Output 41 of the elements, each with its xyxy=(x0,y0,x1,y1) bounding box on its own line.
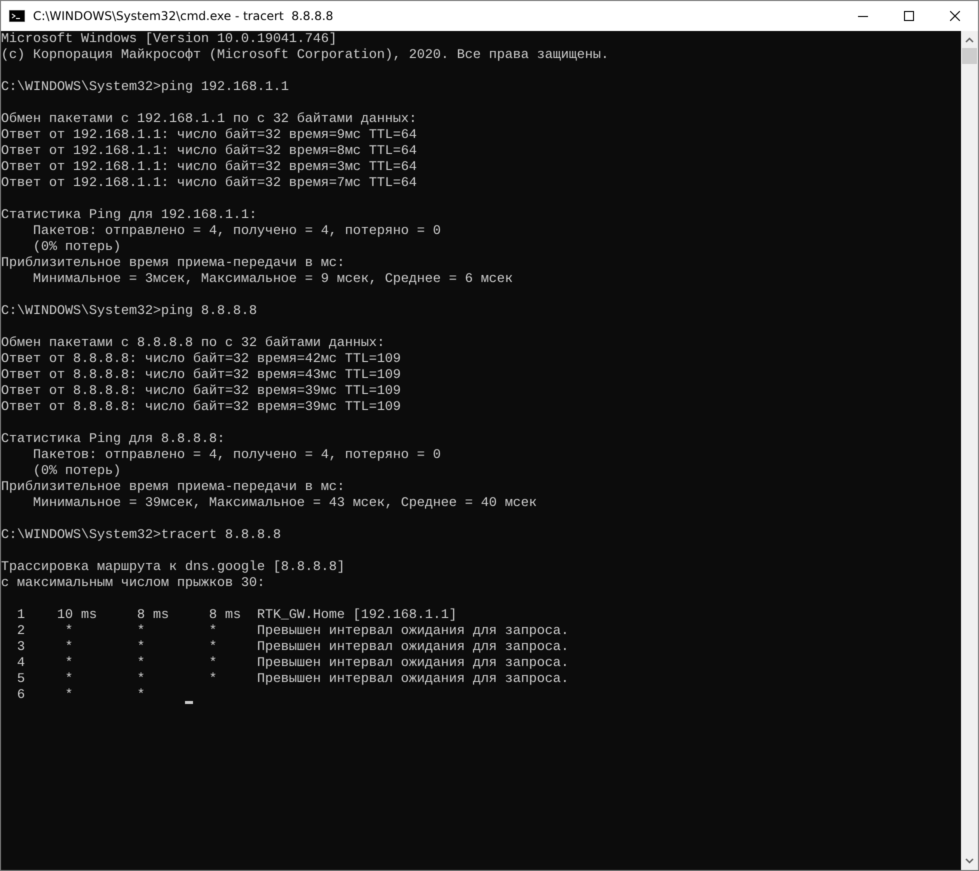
console-line: Минимальное = 3мсек, Максимальное = 9 мсек, Среднее = 6 мсек xyxy=(32,272,513,288)
console-line: Обмен пакетами с 8.8.8.8 по с 32 байтами данных: xyxy=(1,336,385,352)
console-line: 5 * * * Превышен интервал ожидания для запроса. xyxy=(16,672,569,688)
console-line: Приблизительное время приема-передачи в мс: xyxy=(1,256,345,272)
console-line: с максимальным числом прыжков 30: xyxy=(1,576,265,592)
console-line: 1 10 ms 8 ms 8 ms RTK_GW.Home [192.168.1.1] xyxy=(16,608,457,624)
console-line: Ответ от 8.8.8.8: число байт=32 время=42мс TTL=109 xyxy=(1,352,401,368)
console-line: Ответ от 8.8.8.8: число байт=32 время=39мс TTL=109 xyxy=(1,384,401,400)
console-line: 3 * * * Превышен интервал ожидания для запроса. xyxy=(16,640,569,656)
console-line: Ответ от 8.8.8.8: число байт=32 время=43мс TTL=109 xyxy=(1,368,401,384)
console-line: C:\WINDOWS\System32>ping 8.8.8.8 xyxy=(1,304,257,320)
scroll-up-icon[interactable] xyxy=(965,37,974,43)
console-line: Ответ от 192.168.1.1: число байт=32 время=8мс TTL=64 xyxy=(1,144,417,160)
console-line: Ответ от 192.168.1.1: число байт=32 время=3мс TTL=64 xyxy=(1,160,417,176)
console-line: Минимальное = 39мсек, Максимальное = 43 мсек, Среднее = 40 мсек xyxy=(32,496,537,512)
console-line: 2 * * * Превышен интервал ожидания для запроса. xyxy=(16,624,569,640)
console-icon xyxy=(9,10,25,22)
console-line: (0% потерь) xyxy=(32,240,121,256)
console-line: Статистика Ping для 8.8.8.8: xyxy=(1,432,225,448)
console-line: Обмен пакетами с 192.168.1.1 по с 32 байтами данных: xyxy=(1,112,417,128)
maximize-icon xyxy=(904,11,914,21)
console-line: (c) Корпорация Майкрософт (Microsoft Corporation), 2020. Все права защищены. xyxy=(1,48,609,64)
console-line: Ответ от 192.168.1.1: число байт=32 время=9мс TTL=64 xyxy=(1,128,417,144)
window-title: C:\WINDOWS\System32\cmd.exe - tracert 8.8.8.8 xyxy=(33,9,334,23)
console-line: C:\WINDOWS\System32>ping 192.168.1.1 xyxy=(1,80,289,96)
close-icon xyxy=(950,11,960,21)
console-line: Microsoft Windows [Version 10.0.19041.746] xyxy=(1,32,337,48)
console-line: 4 * * * Превышен интервал ожидания для запроса. xyxy=(16,656,569,672)
console-line: (0% потерь) xyxy=(32,464,121,480)
scroll-down-icon[interactable] xyxy=(965,858,974,864)
scrollbar[interactable] xyxy=(961,31,978,870)
console-line: Трассировка маршрута к dns.google [8.8.8.8] xyxy=(1,560,345,576)
console-line: Ответ от 192.168.1.1: число байт=32 время=7мс TTL=64 xyxy=(1,176,417,192)
console-line: 6 * * xyxy=(16,688,145,704)
console-line: C:\WINDOWS\System32>tracert 8.8.8.8 xyxy=(1,528,281,544)
console-line: Ответ от 8.8.8.8: число байт=32 время=39мс TTL=109 xyxy=(1,400,401,416)
console-line: Статистика Ping для 192.168.1.1: xyxy=(1,208,257,224)
scroll-thumb[interactable] xyxy=(962,48,977,64)
console-line: Пакетов: отправлено = 4, получено = 4, потеряно = 0 xyxy=(32,224,441,240)
console-line: Приблизительное время приема-передачи в мс: xyxy=(1,480,345,496)
console-line: Пакетов: отправлено = 4, получено = 4, потеряно = 0 xyxy=(32,448,441,464)
